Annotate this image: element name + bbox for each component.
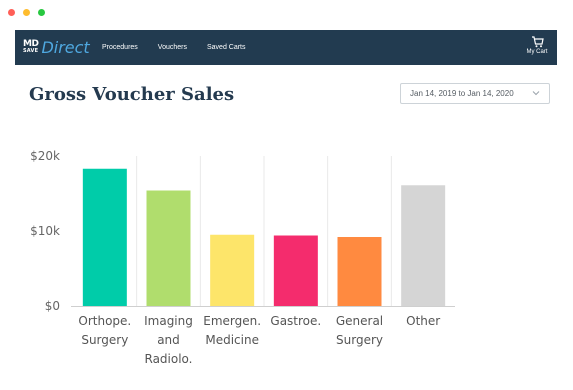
chevron-down-icon bbox=[532, 91, 540, 96]
mdsave-logo-mark: MD SAVE bbox=[23, 40, 39, 54]
bar[interactable] bbox=[146, 190, 191, 307]
my-cart-button[interactable]: My Cart bbox=[523, 36, 551, 55]
x-category-label: Imaging bbox=[144, 314, 193, 328]
x-category-label: and bbox=[157, 333, 180, 347]
x-category-label: Orthope. bbox=[78, 314, 131, 328]
mdsave-direct-logo[interactable]: MD SAVE Direct bbox=[23, 37, 90, 57]
x-category-label: General bbox=[336, 314, 383, 328]
my-cart-label: My Cart bbox=[526, 49, 548, 55]
logo-save-text: SAVE bbox=[23, 48, 39, 54]
gross-voucher-sales-chart: $0 $10k $20k Orthope. Surgery Imaging and Radio… bbox=[30, 149, 455, 366]
nav-link-saved-carts[interactable]: Saved Carts bbox=[207, 44, 246, 51]
bar[interactable] bbox=[82, 168, 127, 306]
x-category-label: Surgery bbox=[336, 333, 383, 347]
x-category-label: Other bbox=[406, 314, 440, 328]
bar[interactable] bbox=[337, 237, 382, 306]
y-tick-label: $0 bbox=[45, 299, 60, 313]
top-navbar: MD SAVE Direct Procedures Vouchers Saved… bbox=[15, 30, 557, 65]
x-category-label: Medicine bbox=[205, 333, 259, 347]
y-tick-label: $10k bbox=[30, 224, 60, 238]
window-controls bbox=[8, 9, 45, 16]
date-range-value: Jan 14, 2019 to Jan 14, 2020 bbox=[410, 89, 514, 98]
nav-link-vouchers[interactable]: Vouchers bbox=[158, 44, 187, 51]
nav-links: Procedures Vouchers Saved Carts bbox=[102, 30, 246, 65]
date-range-select[interactable]: Jan 14, 2019 to Jan 14, 2020 bbox=[400, 83, 550, 104]
logo-direct-text: Direct bbox=[41, 37, 90, 57]
shopping-cart-icon bbox=[531, 36, 544, 48]
x-category-label: Gastroe. bbox=[270, 314, 321, 328]
x-category-label: Emergen. bbox=[203, 314, 261, 328]
x-category-label: Surgery bbox=[81, 333, 128, 347]
minimize-window-dot[interactable] bbox=[23, 9, 30, 16]
page-title: Gross Voucher Sales bbox=[29, 84, 235, 105]
bar[interactable] bbox=[210, 234, 255, 306]
y-tick-label: $20k bbox=[30, 149, 60, 163]
bar[interactable] bbox=[401, 185, 446, 306]
close-window-dot[interactable] bbox=[8, 9, 15, 16]
bar[interactable] bbox=[273, 235, 318, 307]
maximize-window-dot[interactable] bbox=[38, 9, 45, 16]
x-category-label: Radiolo. bbox=[145, 352, 193, 366]
nav-link-procedures[interactable]: Procedures bbox=[102, 44, 138, 51]
